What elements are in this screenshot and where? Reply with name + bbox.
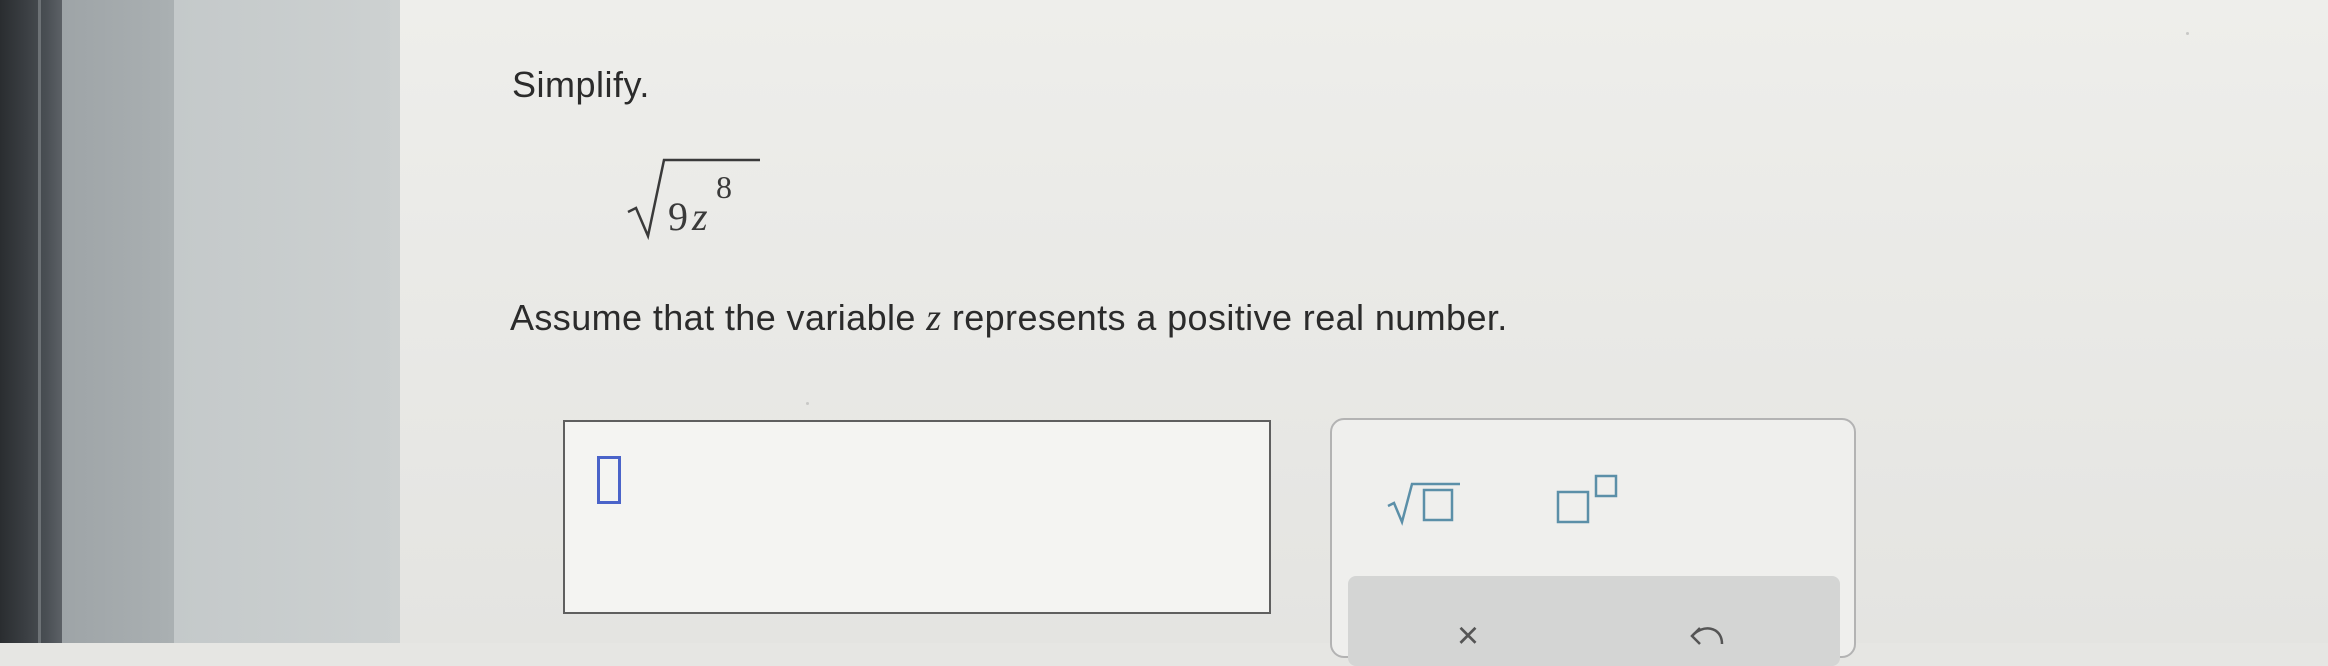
assumption-prefix: Assume that the variable [510,297,927,338]
question-instruction: Simplify. [512,64,650,105]
answer-cursor-slot[interactable] [597,456,621,504]
assumption-variable: z [926,297,942,339]
radicand-coefficient: 9 [668,194,688,239]
undo-button[interactable] [1688,614,1728,654]
radicand-variable: z [691,194,708,239]
action-bar: × [1348,576,1840,666]
exponent-button[interactable] [1552,470,1632,530]
math-tool-palette: × [1330,418,1856,666]
assumption-text: Assume that the variable z represents a … [510,296,1508,340]
exponent-template-icon [1556,474,1618,524]
left-sidebar [62,0,174,643]
monitor-bezel [0,0,62,643]
clear-button[interactable]: × [1448,616,1488,656]
answer-input[interactable] [563,420,1271,614]
screen-speck [806,402,809,405]
undo-icon [1690,627,1724,645]
radical-expression: 9 z 8 [624,150,764,250]
assumption-suffix: represents a positive real number. [941,297,1508,338]
radicand-exponent: 8 [716,169,732,205]
square-root-template-icon [1387,482,1460,526]
square-root-button[interactable] [1382,470,1462,530]
screen-speck [2186,32,2189,35]
content-margin [174,0,400,643]
bezel-edge [38,0,41,643]
